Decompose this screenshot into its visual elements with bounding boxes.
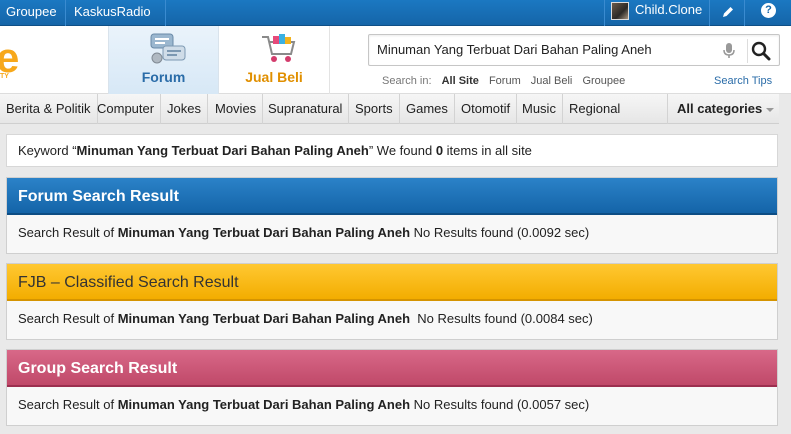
forum-icon xyxy=(149,32,186,64)
forum-result-status: No Results found (0.0092 sec) xyxy=(410,225,590,240)
forum-result-body: Search Result of Minuman Yang Terbuat Da… xyxy=(7,215,777,253)
keyword-middle: ” We found xyxy=(368,143,436,158)
username: Child.Clone xyxy=(635,2,703,17)
keyword-prefix: Keyword “ xyxy=(18,143,77,158)
search-in-forum[interactable]: Forum xyxy=(489,75,521,87)
all-categories-dropdown[interactable]: All categories xyxy=(667,94,777,124)
forum-result-panel: Forum Search Result Search Result of Min… xyxy=(6,177,778,254)
category-sports[interactable]: Sports xyxy=(349,94,400,124)
forum-result-title: Forum Search Result xyxy=(7,178,777,215)
category-games[interactable]: Games xyxy=(400,94,455,124)
forum-result-keyword: Minuman Yang Terbuat Dari Bahan Paling A… xyxy=(117,225,411,240)
tab-forum[interactable]: Forum xyxy=(108,26,219,94)
logo-tail: TY xyxy=(0,73,9,80)
search-box[interactable]: Minuman Yang Terbuat Dari Bahan Paling A… xyxy=(368,34,780,66)
fjb-result-keyword: Minuman Yang Terbuat Dari Bahan Paling A… xyxy=(117,311,411,326)
search-in-jual-beli[interactable]: Jual Beli xyxy=(531,75,573,87)
tab-forum-label: Forum xyxy=(141,69,186,85)
kaskusradio-link[interactable]: KaskusRadio xyxy=(66,0,166,26)
result-count: 0 xyxy=(435,143,444,158)
fjb-result-body: Search Result of Minuman Yang Terbuat Da… xyxy=(7,301,777,339)
forum-result-prefix: Search Result of xyxy=(18,225,118,240)
fjb-result-prefix: Search Result of xyxy=(18,311,118,326)
right-gutter xyxy=(779,94,791,434)
keyword-summary: Keyword “Minuman Yang Terbuat Dari Bahan… xyxy=(6,134,778,167)
tab-jual-beli[interactable]: Jual Beli xyxy=(219,26,330,94)
microphone-icon[interactable] xyxy=(721,42,737,60)
fjb-result-panel: FJB – Classified Search Result Search Re… xyxy=(6,263,778,340)
category-computer[interactable]: Computer xyxy=(91,94,162,124)
search-in-groupee[interactable]: Groupee xyxy=(582,75,625,87)
category-regional[interactable]: Regional xyxy=(563,94,626,124)
category-movies[interactable]: Movies xyxy=(209,94,264,124)
fjb-result-title: FJB – Classified Search Result xyxy=(7,264,777,301)
site-header: e TY Forum Jual Beli Minuman Yang Terbua… xyxy=(0,26,791,94)
search-in-all-site[interactable]: All Site xyxy=(442,75,479,87)
category-otomotif[interactable]: Otomotif xyxy=(455,94,518,124)
top-navigation-bar: Groupee KaskusRadio Child.Clone ? xyxy=(0,0,791,26)
fjb-result-status: No Results found (0.0084 sec) xyxy=(410,311,593,326)
group-result-panel: Group Search Result Search Result of Min… xyxy=(6,349,778,426)
group-result-prefix: Search Result of xyxy=(18,397,118,412)
user-menu[interactable]: Child.Clone xyxy=(604,0,710,26)
avatar xyxy=(611,2,629,20)
search-input[interactable]: Minuman Yang Terbuat Dari Bahan Paling A… xyxy=(377,35,652,65)
site-logo[interactable]: e TY xyxy=(0,34,40,81)
search-in-options: Search in: All Site Forum Jual Beli Grou… xyxy=(382,75,632,87)
search-in-label: Search in: xyxy=(382,75,432,87)
group-result-status: No Results found (0.0057 sec) xyxy=(410,397,590,412)
category-berita-politik[interactable]: Berita & Politik xyxy=(0,94,98,124)
category-supranatural[interactable]: Supranatural xyxy=(262,94,350,124)
search-icon[interactable] xyxy=(747,39,771,63)
help-glyph: ? xyxy=(761,3,776,18)
keyword-text: Minuman Yang Terbuat Dari Bahan Paling A… xyxy=(76,143,369,158)
group-result-keyword: Minuman Yang Terbuat Dari Bahan Paling A… xyxy=(117,397,411,412)
chevron-down-icon xyxy=(766,107,775,112)
shopping-cart-icon xyxy=(259,32,296,64)
help-icon[interactable]: ? xyxy=(746,0,791,26)
search-tips-link[interactable]: Search Tips xyxy=(714,75,772,87)
groupee-link[interactable]: Groupee xyxy=(0,0,66,26)
pencil-icon[interactable] xyxy=(711,0,745,26)
all-categories-label: All categories xyxy=(677,101,763,116)
tab-jual-beli-label: Jual Beli xyxy=(245,69,303,85)
keyword-suffix: items in all site xyxy=(443,143,532,158)
category-music[interactable]: Music xyxy=(516,94,563,124)
category-bar: Berita & Politik Computer Jokes Movies S… xyxy=(0,94,779,124)
group-result-title: Group Search Result xyxy=(7,350,777,387)
category-jokes[interactable]: Jokes xyxy=(161,94,208,124)
group-result-body: Search Result of Minuman Yang Terbuat Da… xyxy=(7,387,777,425)
